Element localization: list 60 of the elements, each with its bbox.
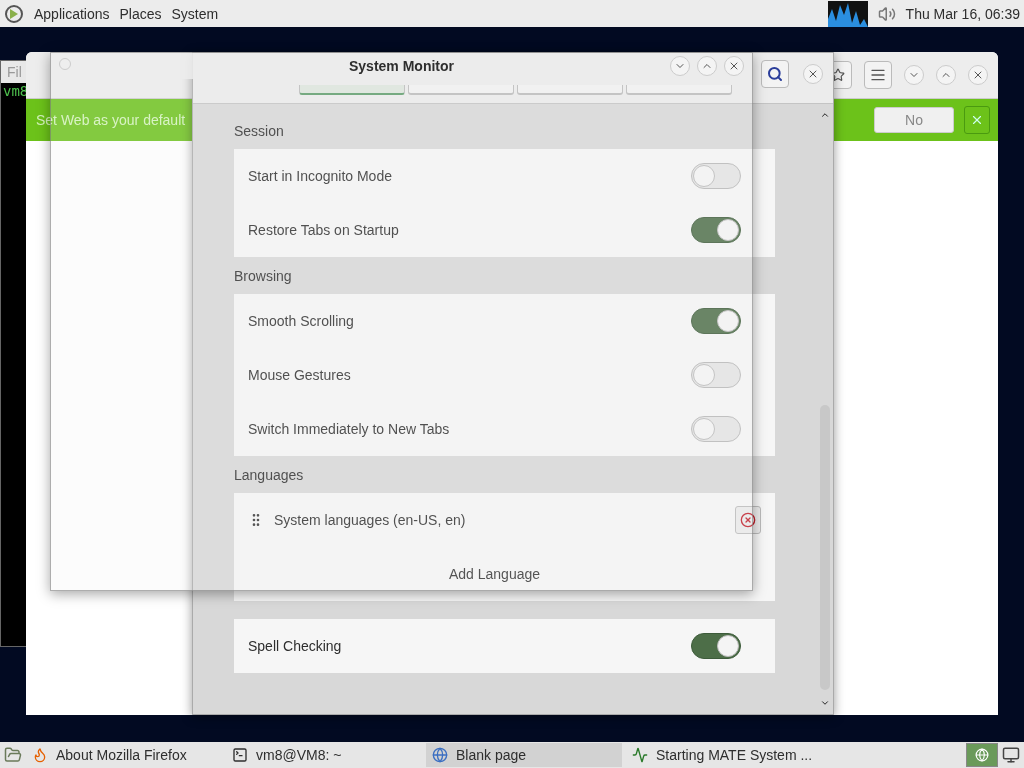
close-icon bbox=[807, 68, 819, 80]
star-icon bbox=[831, 68, 845, 82]
panel-menu[interactable]: System bbox=[171, 5, 219, 22]
search-button[interactable] bbox=[761, 60, 789, 88]
menu-icon bbox=[870, 67, 886, 83]
setting-label: Start in Incognito Mode bbox=[248, 168, 393, 184]
terminal-icon bbox=[232, 747, 248, 763]
close-button[interactable] bbox=[964, 106, 990, 134]
window-title: System Monitor bbox=[349, 58, 454, 74]
section-heading: Session bbox=[234, 122, 285, 141]
taskbar-button[interactable]: About Mozilla Firefox bbox=[26, 743, 222, 767]
setting-label: Smooth Scrolling bbox=[248, 313, 355, 329]
toggle-switch[interactable] bbox=[691, 308, 741, 334]
taskbar-button[interactable]: vm8@VM8: ~ bbox=[226, 743, 422, 767]
panel-menu[interactable]: Places bbox=[119, 5, 162, 22]
close-icon bbox=[970, 113, 984, 127]
minimize-button[interactable] bbox=[904, 65, 924, 85]
language-label: System languages (en-US, en) bbox=[274, 512, 467, 528]
monitor-icon[interactable] bbox=[1002, 746, 1020, 764]
add-language-button[interactable]: Add Language bbox=[248, 566, 741, 582]
tab[interactable] bbox=[299, 85, 405, 95]
globe-icon bbox=[432, 747, 448, 763]
close-icon bbox=[728, 60, 740, 72]
show-desktop-icon[interactable] bbox=[4, 746, 22, 764]
setting-label: Mouse Gestures bbox=[248, 367, 352, 383]
logo-icon bbox=[4, 3, 24, 24]
close-button[interactable] bbox=[968, 65, 988, 85]
close-icon bbox=[972, 69, 984, 81]
workspace-switcher[interactable] bbox=[966, 743, 998, 767]
toggle-switch[interactable] bbox=[691, 362, 741, 388]
clock[interactable]: Thu Mar 16, 06:39 bbox=[905, 5, 1020, 22]
flame-icon bbox=[32, 747, 48, 763]
remove-button[interactable] bbox=[735, 506, 761, 534]
taskbar-button[interactable]: Starting MATE System ... bbox=[626, 743, 822, 767]
toggle-switch[interactable] bbox=[691, 163, 741, 189]
section-heading: Browsing bbox=[234, 267, 293, 286]
info-message: Set Web as your default bbox=[35, 112, 186, 128]
cpu-graph[interactable] bbox=[827, 0, 868, 27]
toggle-switch[interactable] bbox=[691, 217, 741, 243]
globe-icon bbox=[975, 748, 989, 762]
setting-label: Restore Tabs on Startup bbox=[248, 222, 400, 238]
scroll-down-icon[interactable] bbox=[820, 698, 830, 708]
section-heading: Languages bbox=[234, 466, 305, 485]
setting-label: Spell Checking bbox=[248, 638, 343, 654]
setting-label: Switch Immediately to New Tabs bbox=[248, 421, 451, 437]
minimize-button[interactable] bbox=[670, 56, 690, 76]
close-button[interactable] bbox=[803, 64, 823, 84]
maximize-button[interactable] bbox=[936, 65, 956, 85]
taskbar-button[interactable]: Blank page bbox=[426, 743, 622, 767]
close-button[interactable] bbox=[724, 56, 744, 76]
toggle-switch[interactable] bbox=[691, 633, 741, 659]
menu-button[interactable] bbox=[864, 61, 892, 89]
search-icon bbox=[767, 66, 783, 82]
panel-menu[interactable]: Applications bbox=[34, 5, 110, 22]
toggle-switch[interactable] bbox=[691, 416, 741, 442]
close-icon bbox=[740, 512, 756, 528]
activity-icon bbox=[632, 747, 648, 763]
volume-icon[interactable] bbox=[877, 4, 896, 23]
scroll-up-icon[interactable] bbox=[820, 110, 830, 120]
maximize-button[interactable] bbox=[697, 56, 717, 76]
